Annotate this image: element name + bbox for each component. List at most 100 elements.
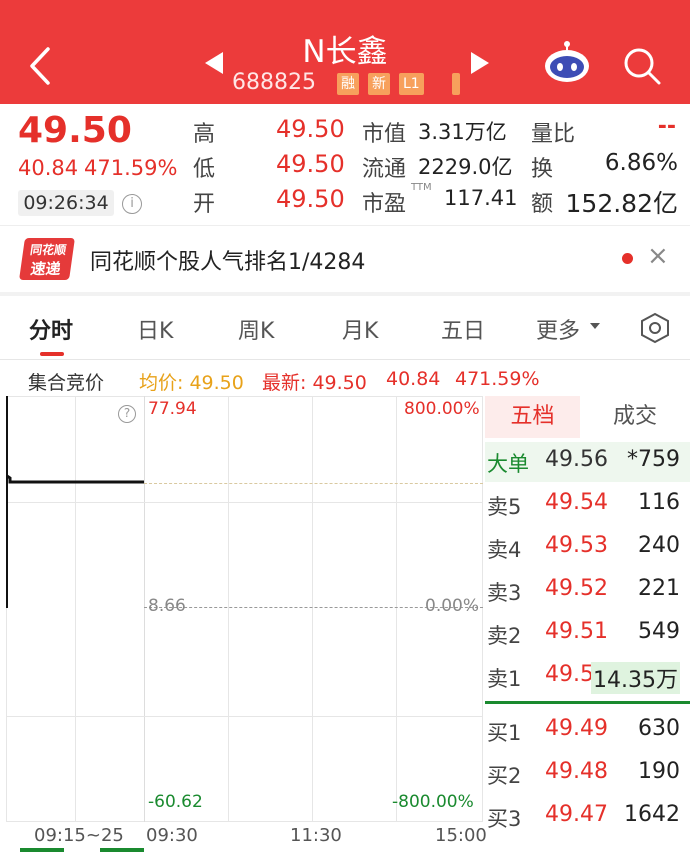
grid-line bbox=[396, 396, 397, 822]
bid-ask-divider bbox=[485, 701, 690, 704]
big-order-row: 大单 49.56 *759 bbox=[485, 442, 690, 482]
search-icon[interactable] bbox=[622, 46, 662, 86]
float-cap-value: 2229.0亿 bbox=[418, 155, 513, 179]
buy-label: 买1 bbox=[487, 721, 522, 745]
open-value: 49.50 bbox=[276, 185, 345, 213]
divider bbox=[0, 359, 690, 360]
amount-value: 152.82亿 bbox=[565, 189, 678, 218]
low-label: 低 bbox=[193, 157, 216, 182]
auction-price-line bbox=[6, 396, 144, 608]
tag-more bbox=[452, 73, 460, 95]
volume-ratio-value: -- bbox=[657, 114, 676, 139]
latest-price: 最新: 49.50 bbox=[262, 372, 367, 394]
grid-line bbox=[228, 396, 229, 822]
buy-price: 49.49 bbox=[545, 716, 608, 741]
sell-label: 卖1 bbox=[487, 667, 522, 691]
sell-price: 49.52 bbox=[545, 576, 608, 601]
market-cap-value: 3.31万亿 bbox=[418, 120, 507, 144]
robot-assistant-icon[interactable] bbox=[542, 40, 592, 84]
grid-line bbox=[6, 716, 483, 717]
sell-label: 卖4 bbox=[487, 538, 522, 562]
sell-row: 卖3 49.52 221 bbox=[485, 571, 690, 611]
tab-five-day[interactable]: 五日 bbox=[441, 313, 485, 345]
latest-change-pct: 471.59% bbox=[455, 368, 540, 390]
price-change: 40.84 bbox=[18, 156, 79, 180]
buy-row: 买1 49.49 630 bbox=[485, 711, 690, 751]
tab-daily-k[interactable]: 日K bbox=[137, 313, 173, 345]
buy-volume: 190 bbox=[638, 759, 680, 784]
float-cap-label: 流通 bbox=[362, 157, 407, 182]
sell-price: 49.51 bbox=[545, 619, 608, 644]
sell-price: 49.53 bbox=[545, 533, 608, 558]
x-label-close: 15:00 bbox=[435, 825, 487, 846]
info-icon[interactable]: i bbox=[122, 194, 142, 214]
buy-price: 49.48 bbox=[545, 759, 608, 784]
tab-indicator bbox=[40, 352, 64, 356]
tab-weekly-k[interactable]: 周K bbox=[238, 313, 274, 345]
sell-row: 卖4 49.53 240 bbox=[485, 528, 690, 568]
top-bar: N长鑫 688825 融 新 L1 bbox=[0, 0, 690, 104]
tab-order-book[interactable]: 五档 bbox=[485, 396, 580, 438]
tab-more[interactable]: 更多 bbox=[536, 313, 580, 345]
close-icon[interactable]: × bbox=[647, 241, 669, 271]
open-label: 开 bbox=[193, 192, 216, 217]
y-axis-mid: 8.66 bbox=[148, 596, 186, 616]
price-change-pct: 471.59% bbox=[84, 156, 178, 180]
sell-volume: 221 bbox=[638, 576, 680, 601]
volume-bar bbox=[100, 848, 144, 852]
tab-intraday[interactable]: 分时 bbox=[29, 313, 73, 345]
pe-label: 市盈 bbox=[362, 192, 407, 217]
sell-row: 卖1 49.50 14.35万 bbox=[485, 657, 690, 697]
volume-ratio-label: 量比 bbox=[531, 122, 576, 147]
divider bbox=[0, 292, 690, 296]
sell-row: 卖2 49.51 549 bbox=[485, 614, 690, 654]
triangle-right-icon[interactable] bbox=[471, 52, 489, 74]
latest-change: 40.84 bbox=[386, 368, 441, 390]
pct-axis-bottom: -800.00% bbox=[392, 792, 474, 812]
big-order-price: 49.56 bbox=[545, 447, 608, 472]
y-axis-top: 77.94 bbox=[148, 399, 197, 419]
buy-label: 买2 bbox=[487, 764, 522, 788]
unread-dot bbox=[622, 253, 633, 264]
low-value: 49.50 bbox=[276, 150, 345, 178]
x-label-auction: 09:15~25 bbox=[34, 825, 124, 846]
high-label: 高 bbox=[193, 122, 216, 147]
big-order-volume: *759 bbox=[627, 447, 680, 472]
tab-monthly-k[interactable]: 月K bbox=[342, 313, 378, 345]
buy-price: 49.47 bbox=[545, 802, 608, 827]
tag-margin: 融 bbox=[337, 73, 359, 95]
high-value: 49.50 bbox=[276, 115, 345, 143]
avg-price: 均价: 49.50 bbox=[139, 372, 244, 394]
help-icon[interactable]: ? bbox=[118, 405, 136, 423]
sell-volume: 240 bbox=[638, 533, 680, 558]
news-text[interactable]: 同花顺个股人气排名1/4284 bbox=[90, 244, 365, 276]
amount-label: 额 bbox=[531, 192, 554, 217]
pct-axis-mid: 0.00% bbox=[425, 596, 480, 616]
settings-hexagon-icon[interactable] bbox=[639, 312, 671, 344]
turnover-label: 换 bbox=[531, 157, 554, 182]
sell-label: 卖5 bbox=[487, 495, 522, 519]
sell-volume: 14.35万 bbox=[591, 662, 680, 694]
pct-axis-top: 800.00% bbox=[404, 399, 480, 419]
volume-bar bbox=[20, 848, 64, 852]
chevron-down-icon bbox=[590, 323, 600, 329]
x-label-noon: 11:30 bbox=[290, 825, 342, 846]
buy-volume: 1642 bbox=[624, 802, 680, 827]
sell-label: 卖3 bbox=[487, 581, 522, 605]
buy-label: 买3 bbox=[487, 807, 522, 831]
sell-row: 卖5 49.54 116 bbox=[485, 485, 690, 525]
sell-price: 49.54 bbox=[545, 490, 608, 515]
current-price: 49.50 bbox=[18, 110, 132, 151]
buy-row: 买2 49.48 190 bbox=[485, 754, 690, 794]
x-label-open: 09:30 bbox=[146, 825, 198, 846]
turnover-value: 6.86% bbox=[604, 150, 678, 176]
stock-code: 688825 bbox=[232, 70, 316, 95]
tab-trades[interactable]: 成交 bbox=[580, 396, 690, 438]
sell-label: 卖2 bbox=[487, 624, 522, 648]
buy-row: 买3 49.47 1642 bbox=[485, 797, 690, 837]
divider bbox=[0, 225, 690, 226]
quote-time: 09:26:34 bbox=[18, 190, 114, 216]
latest-price-dashed-line bbox=[144, 483, 483, 484]
big-order-label: 大单 bbox=[487, 452, 529, 476]
pe-ttm-sup: TTM bbox=[411, 182, 432, 193]
